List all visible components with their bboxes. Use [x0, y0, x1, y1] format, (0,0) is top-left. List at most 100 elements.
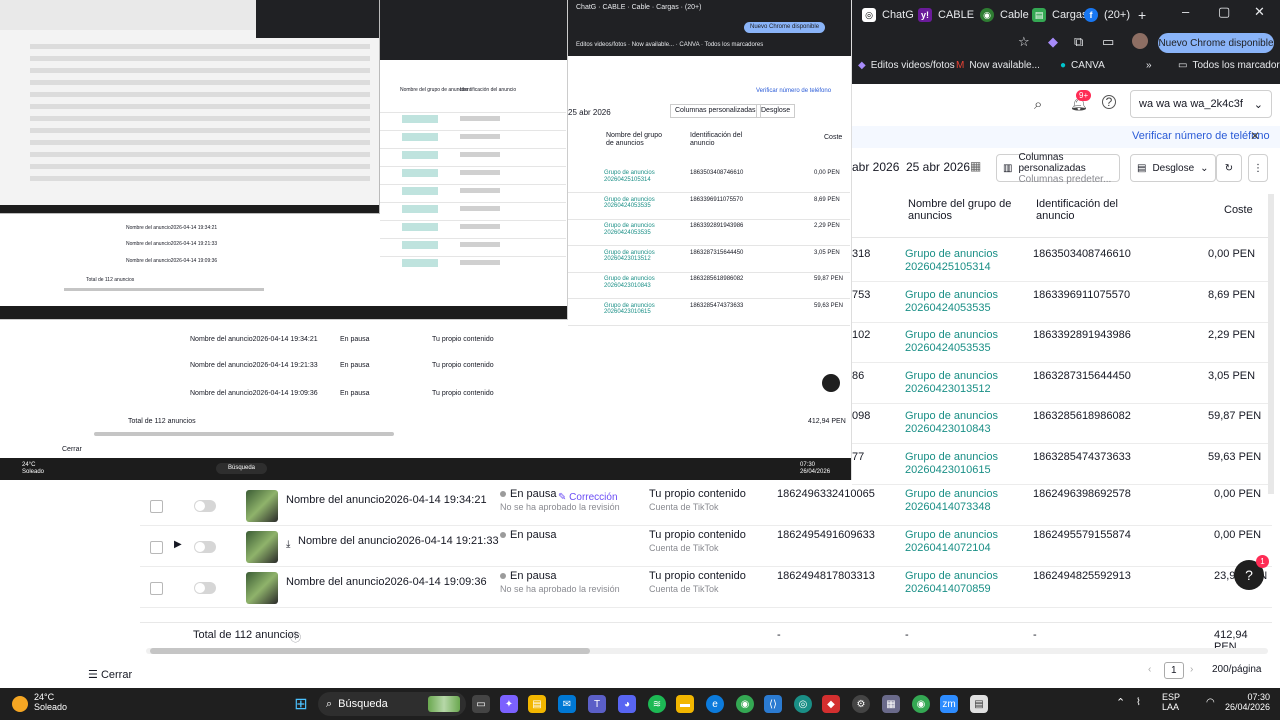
zoom-icon[interactable]: zm	[940, 695, 958, 713]
profile-avatar[interactable]	[1132, 33, 1148, 49]
tab-cargas[interactable]: ▤ Cargas	[1032, 4, 1087, 26]
puzzle-icon[interactable]: ⧉	[1074, 34, 1083, 50]
cell-ad-name[interactable]: Nombre del anuncio2026-04-14 19:21:33	[298, 535, 499, 548]
refresh-button[interactable]: ↻	[1216, 154, 1242, 182]
language-indicator[interactable]: ESP LAA	[1162, 692, 1180, 713]
row-checkbox[interactable]	[150, 541, 163, 554]
maximize-button[interactable]: ▢	[1218, 4, 1230, 20]
cell-ad-name[interactable]: Nombre del anuncio2026-04-14 19:09:36	[286, 576, 487, 589]
new-tab-button[interactable]: +	[1138, 4, 1146, 26]
explorer-app-icon[interactable]: ▤	[528, 695, 546, 713]
date-start[interactable]: abr 2026	[852, 160, 899, 174]
cell-group-name[interactable]: Grupo de anuncios 20260423013512	[905, 370, 1025, 396]
bookmark-edit-videos[interactable]: ◆ Editos videos/fotos	[858, 60, 955, 71]
horizontal-scrollbar[interactable]	[146, 648, 1268, 654]
bookmark-canva[interactable]: ● CANVA	[1060, 60, 1105, 71]
search-icon[interactable]: ⌕	[1034, 96, 1042, 113]
folder-icon[interactable]: ▬	[676, 695, 694, 713]
table-row[interactable]: 318 Grupo de anuncios 20260425105314 18635…	[852, 242, 1272, 282]
vertical-scrollbar[interactable]	[1268, 194, 1274, 494]
discord-icon[interactable]: ◕	[618, 695, 636, 713]
table-row[interactable]: 753 Grupo de anuncios 20260424053535 18633…	[852, 283, 1272, 323]
tab-cable-2[interactable]: ◉ Cable	[980, 4, 1029, 26]
next-page-icon[interactable]: ›	[1190, 664, 1193, 675]
row-checkbox[interactable]	[150, 500, 163, 513]
col-group-name[interactable]: Nombre del grupo de anuncios	[908, 198, 1018, 222]
bookmark-now-available[interactable]: M Now available...	[956, 60, 1040, 71]
tab-cable-1[interactable]: y! CABLE	[918, 4, 974, 26]
copilot-icon[interactable]: ✦	[500, 695, 518, 713]
cell-group-name[interactable]: Grupo de anuncios 20260424053535	[905, 329, 1025, 355]
help-icon[interactable]: ?	[1102, 95, 1116, 109]
row-toggle[interactable]	[194, 582, 216, 594]
star-icon[interactable]: ☆	[1018, 34, 1030, 50]
ad-thumbnail[interactable]	[246, 572, 278, 604]
minimize-button[interactable]: –	[1182, 4, 1189, 19]
close-panel-button[interactable]: ☰ Cerrar	[88, 668, 132, 681]
chrome-icon[interactable]: ◉	[736, 695, 754, 713]
vscode-icon[interactable]: ⟨⟩	[764, 695, 782, 713]
cell-group-name[interactable]: Grupo de anuncios 20260414072104	[905, 529, 1025, 555]
custom-columns-select[interactable]: ▥ Columnas personalizadas Columnas predet…	[996, 152, 1120, 185]
cell-group-name[interactable]: Grupo de anuncios 20260425105314	[905, 248, 1025, 274]
table-row[interactable]: 098 Grupo de anuncios 20260423010843 18632…	[852, 404, 1272, 444]
chrome-profile-icon[interactable]: ◉	[912, 695, 930, 713]
breakdown-select[interactable]: ▤ Desglose ⌄	[1130, 154, 1216, 182]
expand-icon[interactable]: ▶	[174, 539, 182, 550]
table-row[interactable]: ▶ ⤓ Nombre del anuncio2026-04-14 19:21:33 E…	[140, 527, 1272, 567]
ad-thumbnail[interactable]	[246, 490, 278, 522]
notepad-icon[interactable]: ▤	[970, 695, 988, 713]
prev-page-icon[interactable]: ‹	[1148, 664, 1151, 675]
scrollbar-thumb[interactable]	[150, 648, 590, 654]
calculator-icon[interactable]: ▦	[882, 695, 900, 713]
task-view-icon[interactable]: ▭	[472, 695, 490, 713]
taskbar-search[interactable]: ⌕ Búsqueda	[318, 692, 466, 716]
start-icon[interactable]: ⊞	[292, 695, 310, 713]
row-toggle[interactable]	[194, 541, 216, 553]
extension-icon[interactable]: ◆	[1048, 34, 1058, 50]
sidepanel-icon[interactable]: ▭	[1102, 34, 1114, 50]
table-row[interactable]: 102 Grupo de anuncios 20260424053535 18633…	[852, 323, 1272, 363]
mail-icon[interactable]: ✉	[558, 695, 576, 713]
col-cost[interactable]: Coste	[1224, 204, 1253, 216]
cell-group-name[interactable]: Grupo de anuncios 20260414070859	[905, 570, 1025, 596]
close-icon[interactable]: ✕	[1250, 129, 1260, 143]
correction-badge[interactable]: ✎ Corrección	[558, 492, 618, 503]
bookmark-all[interactable]: ▭Todos los marcadores	[1178, 60, 1280, 71]
anydesk-icon[interactable]: ◆	[822, 695, 840, 713]
wifi-icon[interactable]: ◠	[1206, 697, 1215, 709]
cell-group-name[interactable]: Grupo de anuncios 20260423010843	[905, 410, 1025, 436]
table-row[interactable]: 77 Grupo de anuncios 20260423010615 186328…	[852, 445, 1272, 485]
close-window-button[interactable]: ✕	[1254, 4, 1265, 20]
cell-group-name[interactable]: Grupo de anuncios 20260424053535	[905, 289, 1025, 315]
col-ad-id[interactable]: Identificación del anuncio	[1036, 198, 1146, 222]
network-icon[interactable]: ⌇	[1136, 697, 1141, 709]
calendar-icon[interactable]: ▦	[970, 159, 981, 173]
table-row[interactable]: Nombre del anuncio2026-04-14 19:09:36 En …	[140, 568, 1272, 608]
page-number[interactable]: 1	[1164, 662, 1184, 679]
weather-widget[interactable]: 24°C Soleado	[34, 692, 67, 713]
row-toggle[interactable]	[194, 500, 216, 512]
tab-facebook[interactable]: f (20+)	[1084, 4, 1130, 26]
account-selector[interactable]: wa wa wa wa_2k4c3f ⌄	[1130, 90, 1272, 118]
more-bookmarks-icon[interactable]: »	[1146, 60, 1152, 71]
cell-group-name[interactable]: Grupo de anuncios 20260423010615	[905, 451, 1025, 477]
table-row[interactable]: 86 Grupo de anuncios 20260423013512 186328…	[852, 364, 1272, 404]
spotify-icon[interactable]: ≋	[648, 695, 666, 713]
per-page-select[interactable]: 200/página	[1212, 664, 1262, 675]
edge-icon[interactable]: e	[706, 695, 724, 713]
cell-ad-name[interactable]: Nombre del anuncio2026-04-14 19:34:21	[286, 494, 487, 507]
chrome-update-button[interactable]: Nuevo Chrome disponible	[1158, 33, 1274, 53]
verify-phone-link[interactable]: Verificar número de teléfono	[1132, 130, 1270, 142]
tray-chevron-icon[interactable]: ⌃	[1116, 697, 1125, 710]
date-end[interactable]: 25 abr 2026	[906, 160, 970, 174]
teams-icon[interactable]: T	[588, 695, 606, 713]
tab-chatgpt[interactable]: ◎ ChatG	[862, 4, 914, 26]
row-checkbox[interactable]	[150, 582, 163, 595]
table-row[interactable]: Nombre del anuncio2026-04-14 19:34:21 En …	[140, 486, 1272, 526]
clock[interactable]: 07:30 26/04/2026	[1220, 692, 1270, 713]
globe-icon[interactable]: ◎	[794, 695, 812, 713]
more-options-button[interactable]: ⋮	[1248, 154, 1268, 182]
cell-group-name[interactable]: Grupo de anuncios 20260414073348	[905, 488, 1025, 514]
ad-thumbnail[interactable]	[246, 531, 278, 563]
